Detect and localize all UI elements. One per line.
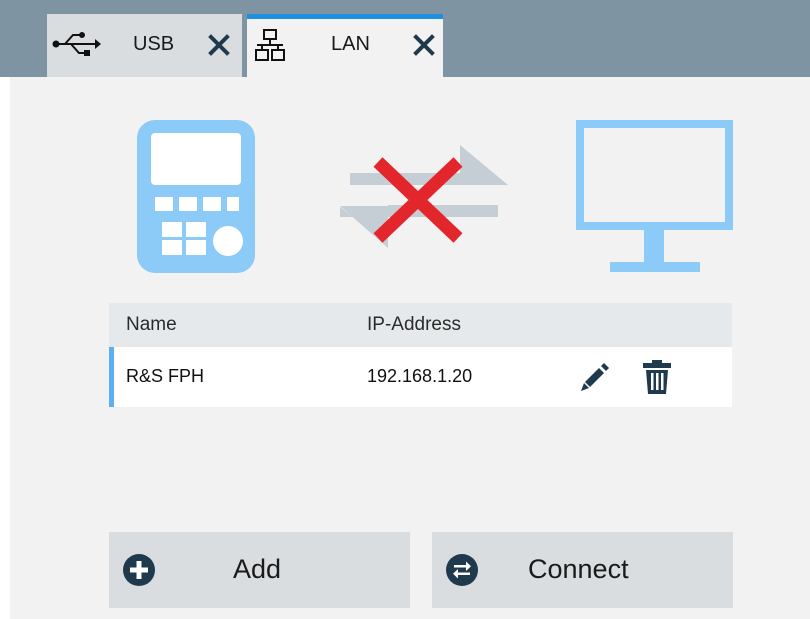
tab-lan-label: LAN bbox=[331, 33, 370, 55]
table-header: Name IP-Address bbox=[109, 303, 732, 347]
table-row[interactable]: R&S FPH 192.168.1.20 bbox=[109, 347, 732, 407]
add-button[interactable]: Add bbox=[109, 532, 410, 608]
add-button-label: Add bbox=[233, 554, 282, 584]
handheld-device-icon bbox=[137, 120, 255, 278]
device-name: R&S FPH bbox=[126, 366, 205, 386]
column-header-ip: IP-Address bbox=[367, 314, 461, 335]
usb-icon bbox=[51, 31, 101, 62]
exchange-circle-icon bbox=[446, 554, 478, 591]
disconnected-icon bbox=[340, 140, 508, 255]
tab-usb-label: USB bbox=[133, 33, 175, 55]
pencil-icon[interactable] bbox=[579, 362, 609, 397]
trash-icon[interactable] bbox=[641, 360, 673, 399]
network-icon bbox=[255, 29, 285, 68]
close-icon[interactable] bbox=[412, 33, 436, 62]
tab-usb[interactable]: USB bbox=[47, 14, 242, 77]
monitor-icon bbox=[576, 120, 733, 279]
tab-lan[interactable]: LAN bbox=[247, 14, 443, 77]
column-header-name: Name bbox=[126, 314, 177, 335]
connect-button-label: Connect bbox=[528, 554, 629, 584]
device-table: Name IP-Address R&S FPH 192.168.1.20 bbox=[109, 303, 732, 407]
device-ip: 192.168.1.20 bbox=[367, 366, 473, 386]
plus-circle-icon bbox=[123, 554, 155, 591]
connect-button[interactable]: Connect bbox=[432, 532, 733, 608]
close-icon[interactable] bbox=[207, 33, 231, 62]
